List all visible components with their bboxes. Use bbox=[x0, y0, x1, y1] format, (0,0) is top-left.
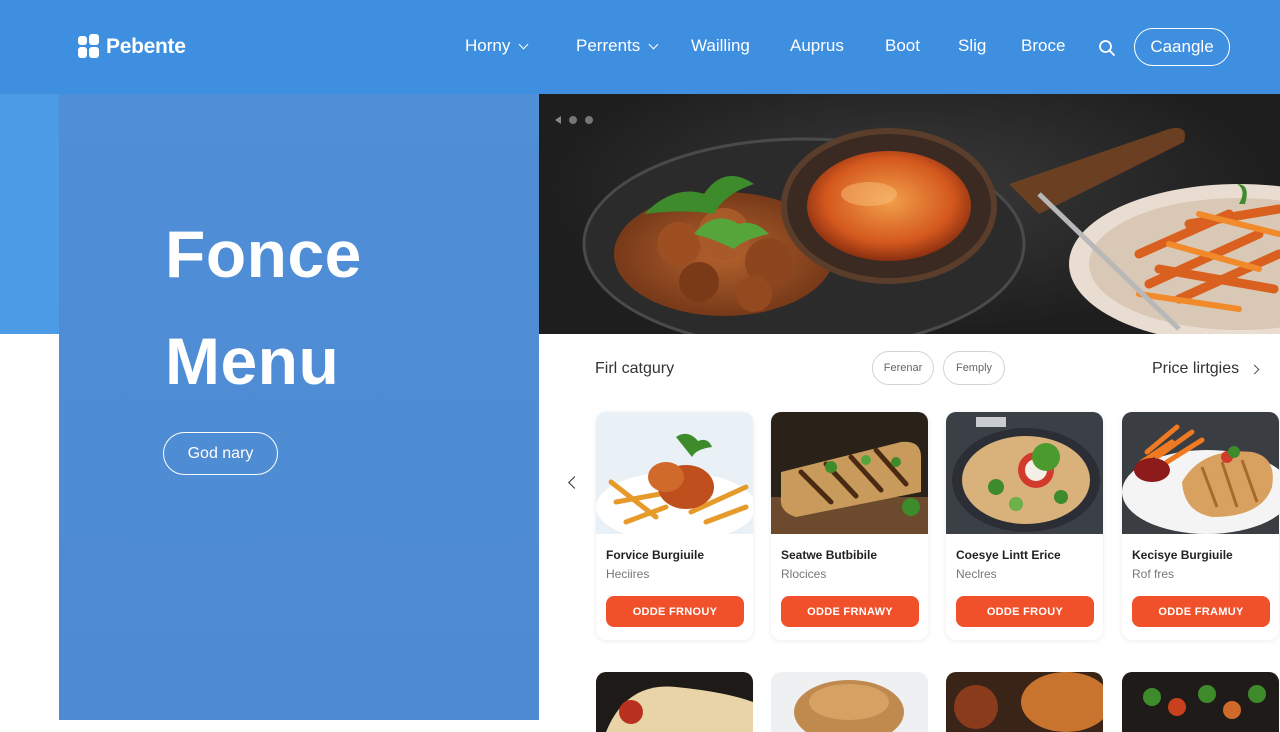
order-button[interactable]: ODDE FRNOUY bbox=[606, 596, 744, 627]
menu-card[interactable]: Seatwe Butbibile Rlocices ODDE FRNAWY bbox=[771, 412, 928, 640]
header-cta-button[interactable]: Caangle bbox=[1134, 28, 1230, 66]
order-button[interactable]: ODDE FROUY bbox=[956, 596, 1094, 627]
menu-card[interactable]: Kecisye Burgiuile Rof fres ODDE FRAMUY bbox=[1122, 412, 1279, 640]
hero-accent-strip bbox=[0, 94, 59, 334]
dish-name: Forvice Burgiuile bbox=[606, 548, 705, 562]
dish-name: Seatwe Butbibile bbox=[781, 548, 878, 562]
order-button[interactable]: ODDE FRAMUY bbox=[1132, 596, 1270, 627]
dish-category: Neclres bbox=[956, 567, 997, 581]
chevron-right-icon bbox=[1249, 364, 1260, 374]
chevron-left-icon[interactable] bbox=[566, 476, 580, 490]
carousel-dot[interactable] bbox=[585, 116, 593, 124]
nav-item-label: Slig bbox=[958, 36, 987, 55]
chevron-down-icon bbox=[648, 39, 659, 49]
nav-item-boot[interactable]: Boot bbox=[885, 36, 920, 56]
hero-panel: Fonce Menu God nary bbox=[59, 94, 539, 720]
carousel-dots[interactable] bbox=[555, 116, 593, 124]
dish-name: Kecisye Burgiuile bbox=[1132, 548, 1233, 562]
food-plate-illustration bbox=[582, 127, 1280, 334]
order-button[interactable]: ODDE FRNAWY bbox=[781, 596, 919, 627]
filter-chip-ferenar[interactable]: Ferenar bbox=[872, 351, 934, 385]
nav-item-horny[interactable]: Horny bbox=[465, 36, 529, 56]
filter-title: Firl catgury bbox=[595, 360, 675, 377]
dish-thumbnail[interactable] bbox=[946, 672, 1103, 732]
price-filter-link[interactable]: Price lirtgies bbox=[1152, 360, 1260, 378]
price-filter-label: Price lirtgies bbox=[1152, 360, 1240, 377]
dish-category: Rof fres bbox=[1132, 567, 1175, 581]
search-icon[interactable] bbox=[1098, 39, 1116, 57]
nav-item-wailling[interactable]: Wailling bbox=[691, 36, 750, 56]
nav-item-label: Broce bbox=[1021, 36, 1066, 55]
nav-item-label: Perrents bbox=[576, 36, 641, 55]
menu-card[interactable]: Coesye Lintt Erice Neclres ODDE FROUY bbox=[946, 412, 1103, 640]
dish-thumbnail[interactable] bbox=[596, 672, 753, 732]
hero-title-line2: Menu bbox=[165, 324, 340, 398]
dish-name: Coesye Lintt Erice bbox=[956, 548, 1061, 562]
dish-image-flatbread bbox=[946, 412, 1103, 534]
nav-item-auprus[interactable]: Auprus bbox=[790, 36, 844, 56]
chevron-down-icon bbox=[518, 39, 529, 49]
dish-image-fries-chicken bbox=[596, 412, 753, 534]
nav-item-label: Boot bbox=[885, 36, 920, 55]
nav-item-label: Wailling bbox=[691, 36, 750, 55]
filter-chip-femply[interactable]: Femply bbox=[943, 351, 1005, 385]
food-banner-image bbox=[539, 94, 1280, 334]
carousel-dot[interactable] bbox=[569, 116, 577, 124]
top-header: Pebente Horny Perrents Wailling Auprus B… bbox=[0, 0, 1280, 94]
dish-thumbnail[interactable] bbox=[1122, 672, 1279, 732]
dish-image-chicken-fries bbox=[1122, 412, 1279, 534]
nav-item-perrents[interactable]: Perrents bbox=[576, 36, 659, 56]
carousel-prev-icon[interactable] bbox=[555, 116, 561, 124]
dish-category: Heciires bbox=[606, 567, 650, 581]
main-nav: Horny Perrents Wailling Auprus Boot Slig… bbox=[0, 36, 1280, 60]
dish-thumbnail[interactable] bbox=[771, 672, 928, 732]
nav-item-label: Auprus bbox=[790, 36, 844, 55]
hero-button[interactable]: God nary bbox=[163, 432, 278, 475]
nav-item-broce[interactable]: Broce bbox=[1021, 36, 1065, 56]
nav-item-label: Horny bbox=[465, 36, 511, 55]
menu-card[interactable]: Forvice Burgiuile Heciires ODDE FRNOUY bbox=[596, 412, 753, 640]
nav-item-slig[interactable]: Slig bbox=[958, 36, 986, 56]
dish-category: Rlocices bbox=[781, 567, 827, 581]
dish-image-grilled-bread bbox=[771, 412, 928, 534]
hero-title-line1: Fonce bbox=[165, 217, 362, 291]
